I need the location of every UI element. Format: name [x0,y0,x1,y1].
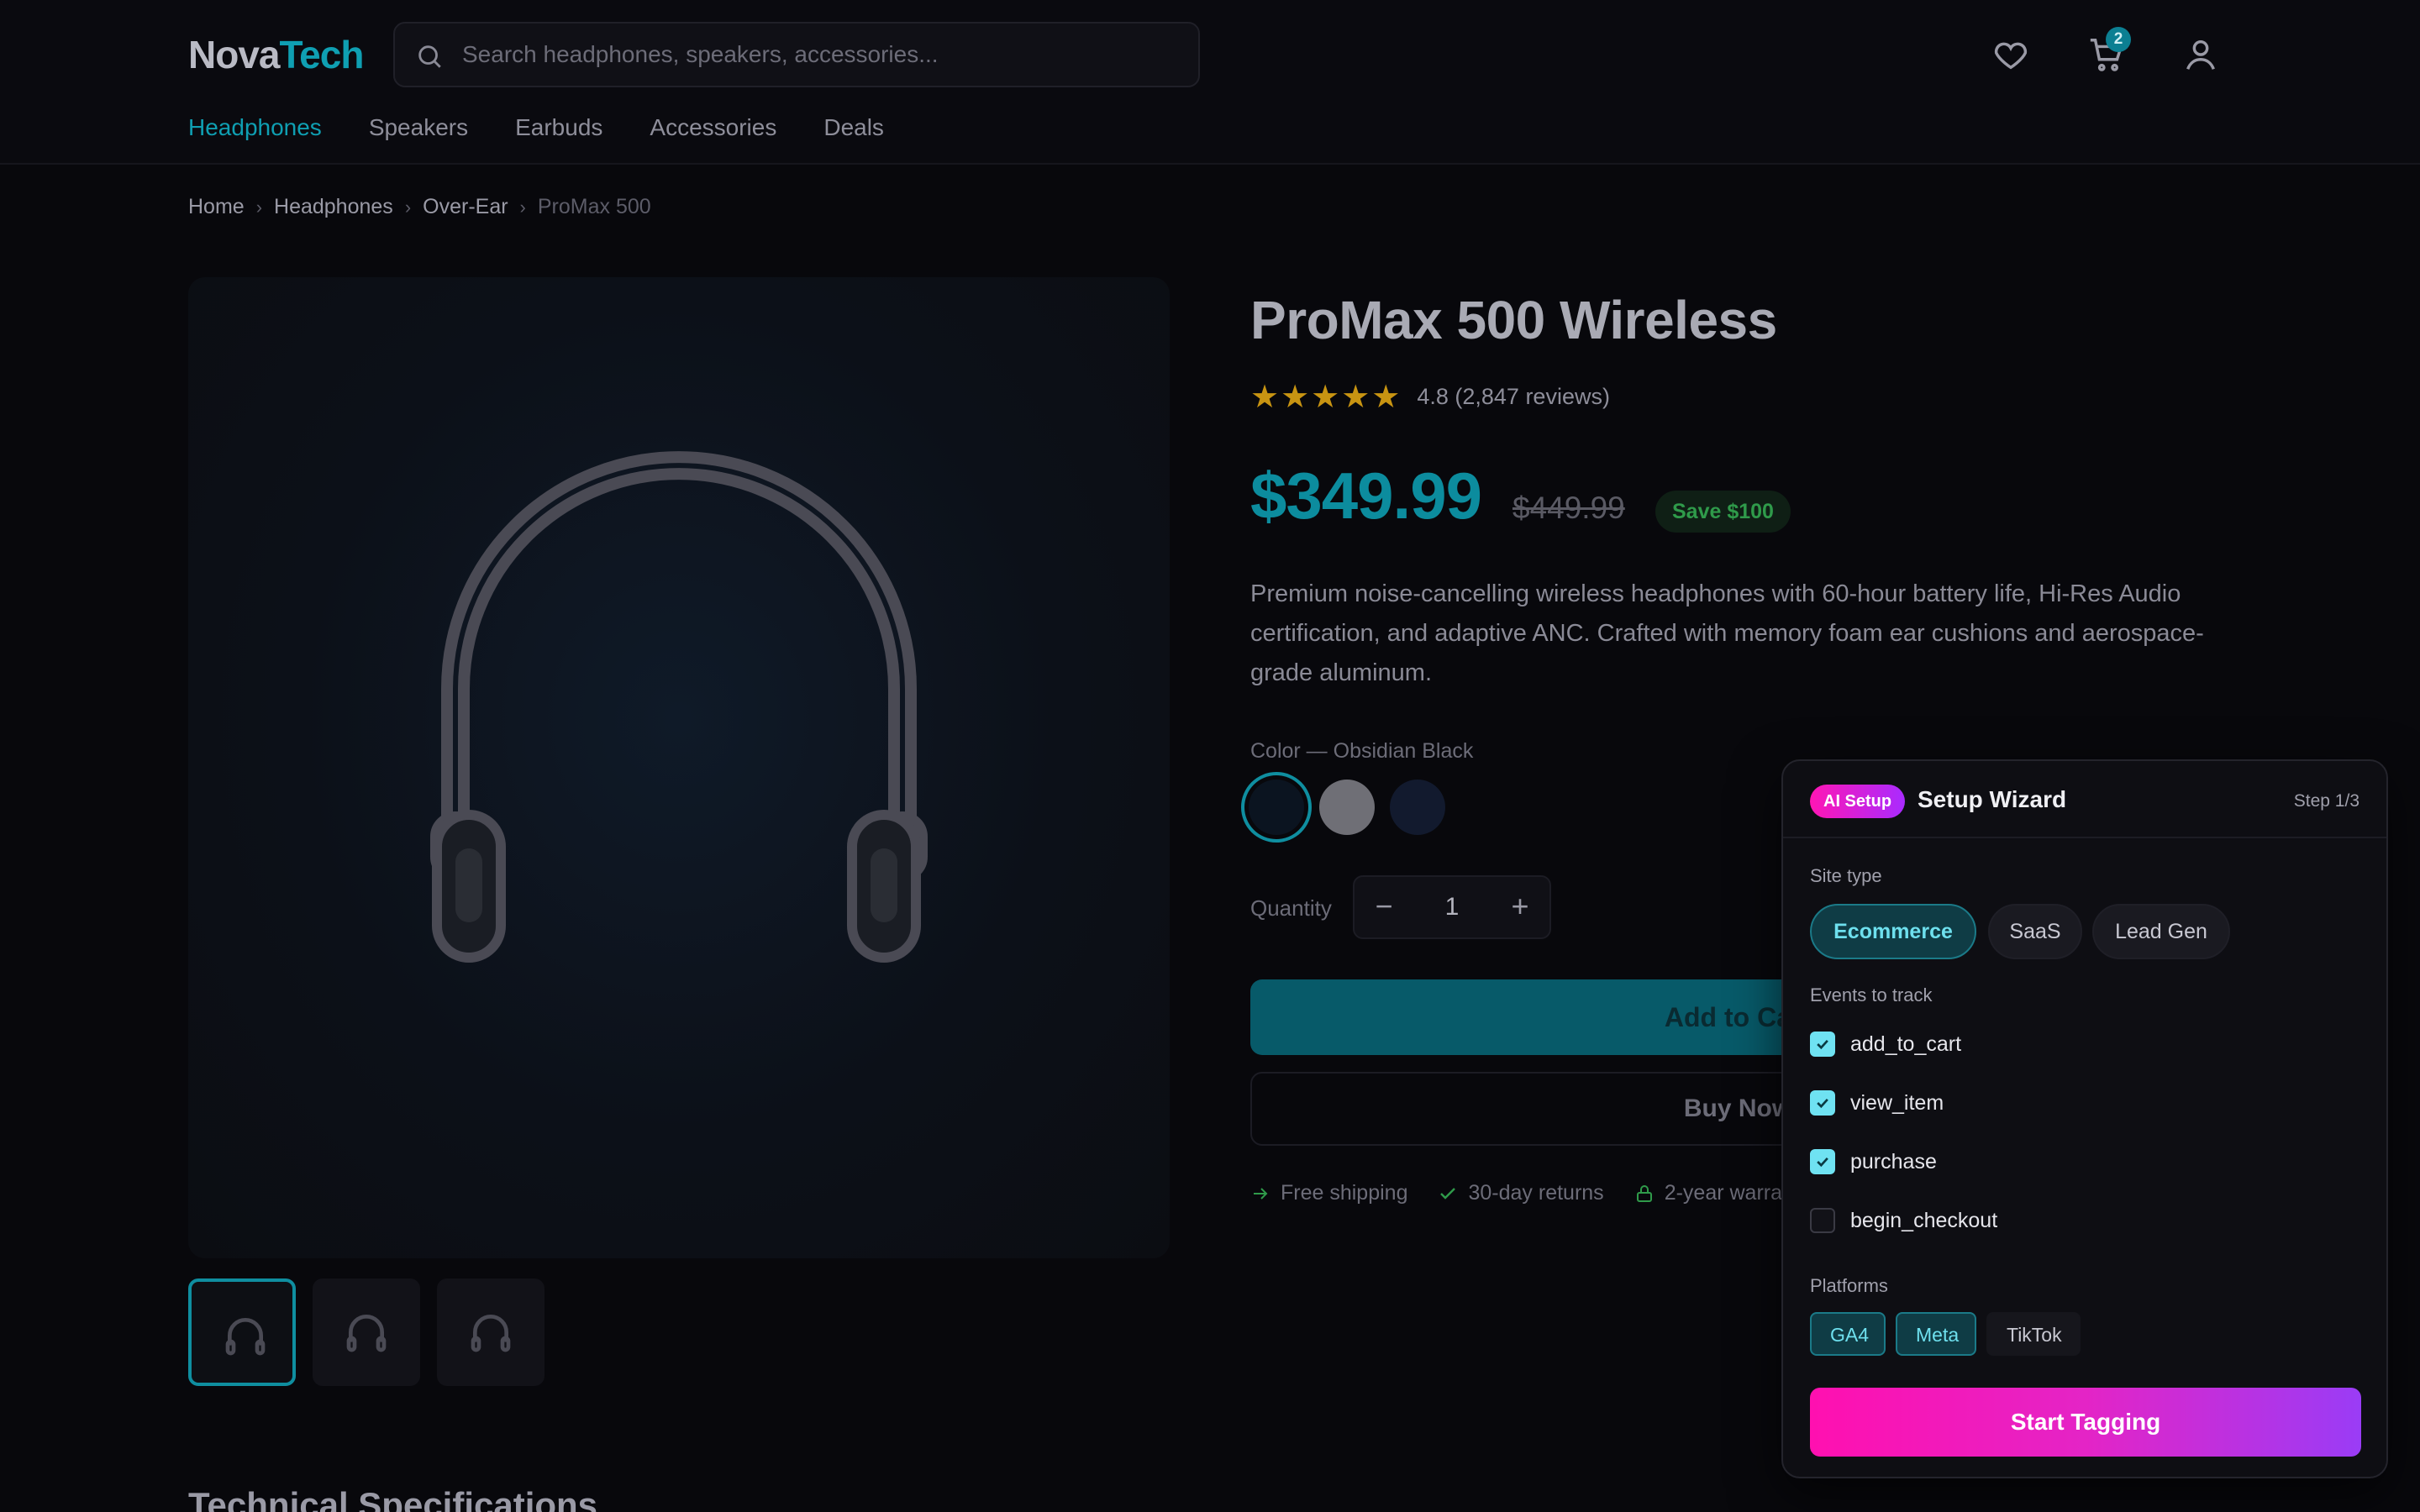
thumbnail-1[interactable] [188,1278,296,1386]
perk-returns: 30-day returns [1438,1181,1604,1205]
color-swatch-gray[interactable] [1319,780,1375,835]
search-bar[interactable] [393,22,1200,87]
rating-stars: ★★★★★ [1250,380,1402,415]
platform-tiktok[interactable]: TikTok [1986,1312,2081,1356]
check-icon [1817,1157,1828,1168]
search-input[interactable] [462,24,1185,86]
headphones-icon [471,1315,511,1352]
ai-setup-badge: AI Setup [1810,785,1906,818]
rating-text: 4.8 (2,847 reviews) [1417,384,1610,409]
breadcrumb-current: ProMax 500 [537,195,651,218]
heart-icon[interactable] [1991,35,2030,74]
original-price: $449.99 [1512,491,1625,525]
check-icon [1817,1098,1828,1109]
increment-button[interactable]: + [1491,877,1549,937]
product-title: ProMax 500 Wireless [1250,290,1777,350]
nav-deals[interactable]: Deals [823,114,884,141]
headphones-icon [225,1318,266,1356]
perk-shipping: Free shipping [1250,1181,1407,1205]
setup-wizard-panel: AI Setup Setup Wizard Step 1/3 Site type… [1781,759,2388,1478]
user-icon[interactable] [2181,35,2220,74]
quantity-label: Quantity [1250,895,1332,921]
event-label: purchase [1850,1149,1937,1173]
checkbox-checked[interactable] [1810,1149,1835,1174]
color-swatch-obsidian-black[interactable] [1249,780,1304,835]
logo-text-tech: Tech [279,33,364,76]
site-type-lead-gen[interactable]: Lead Gen [2092,904,2230,959]
site-type-saas[interactable]: SaaS [1988,904,2082,959]
perks-row: Free shipping 30-day returns 2-year warr… [1250,1181,1810,1205]
breadcrumb: Home › Headphones › Over-Ear › ProMax 50… [188,195,651,219]
event-begin-checkout[interactable]: begin_checkout [1810,1208,1997,1233]
product-description: Premium noise-cancelling wireless headph… [1250,580,2204,686]
quantity-stepper: − 1 + [1353,875,1551,939]
breadcrumb-over-ear[interactable]: Over-Ear [423,195,508,219]
specs-heading: Technical Specifications [188,1485,598,1512]
wizard-header: AI Setup Setup Wizard Step 1/3 [1783,761,2386,838]
product-rating[interactable]: ★★★★★ 4.8 (2,847 reviews) [1250,378,1610,416]
headphones-icon [346,1315,387,1352]
chevron-right-icon: › [255,196,263,218]
platforms-label: Platforms [1810,1275,1888,1296]
checkbox-unchecked[interactable] [1810,1208,1835,1233]
platform-ga4[interactable]: GA4 [1810,1312,1886,1356]
platform-meta[interactable]: Meta [1896,1312,1976,1356]
breadcrumb-headphones[interactable]: Headphones [274,195,393,219]
decrement-button[interactable]: − [1355,877,1413,937]
nav-speakers[interactable]: Speakers [369,114,468,141]
search-icon [418,45,441,68]
site-type-ecommerce[interactable]: Ecommerce [1810,904,1976,959]
event-purchase[interactable]: purchase [1810,1149,1937,1174]
checkbox-checked[interactable] [1810,1090,1835,1116]
lock-icon [1636,1184,1652,1202]
check-icon [1817,1039,1828,1050]
event-add-to-cart[interactable]: add_to_cart [1810,1032,1961,1057]
wizard-title: Setup Wizard [1918,786,2067,812]
product-price: $349.99 [1250,459,1482,533]
quantity-value[interactable]: 1 [1413,877,1491,937]
nav-earbuds[interactable]: Earbuds [515,114,602,141]
product-image[interactable] [188,277,1170,1258]
save-badge: Save $100 [1655,491,1791,533]
wizard-step: Step 1/3 [2293,791,2360,811]
headphones-icon [430,451,928,963]
event-label: view_item [1850,1090,1944,1115]
event-view-item[interactable]: view_item [1810,1090,1944,1116]
main-nav: Headphones Speakers Earbuds Accessories … [188,114,884,141]
events-label: Events to track [1810,984,1933,1005]
start-tagging-button[interactable]: Start Tagging [1810,1388,2361,1457]
event-label: add_to_cart [1850,1032,1962,1056]
nav-headphones[interactable]: Headphones [188,114,322,141]
color-label: Color — Obsidian Black [1250,739,1474,763]
thumbnail-3[interactable] [437,1278,544,1386]
site-header: NovaTech 2 Headphones Speakers Earbuds A… [0,0,2420,165]
thumbnail-2[interactable] [313,1278,420,1386]
cart-count-badge: 2 [2106,27,2131,52]
breadcrumb-home[interactable]: Home [188,195,245,219]
arrow-right-icon [1254,1187,1268,1200]
perk-shipping-text: Free shipping [1281,1181,1408,1205]
check-icon [1440,1187,1456,1200]
chevron-right-icon: › [519,196,526,218]
site-type-label: Site type [1810,865,1882,886]
logo-text-nova: Nova [188,33,280,76]
event-label: begin_checkout [1850,1208,1998,1232]
color-swatch-navy[interactable] [1390,780,1445,835]
perk-returns-text: 30-day returns [1468,1181,1604,1205]
checkbox-checked[interactable] [1810,1032,1835,1057]
nav-accessories[interactable]: Accessories [650,114,776,141]
chevron-right-icon: › [404,196,412,218]
brand-logo[interactable]: NovaTech [188,32,364,77]
